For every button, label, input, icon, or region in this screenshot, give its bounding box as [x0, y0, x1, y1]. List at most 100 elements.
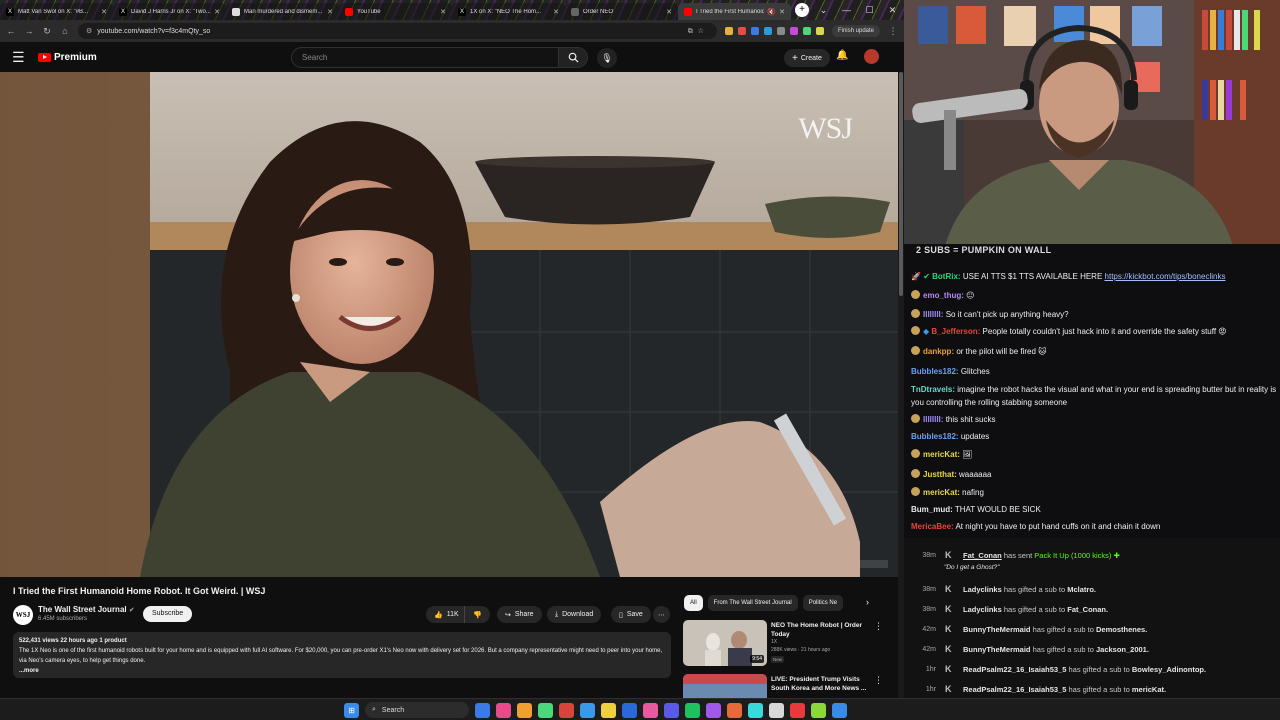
taskbar-app-icon[interactable] — [601, 702, 616, 718]
browser-tab[interactable]: X David J Harris Jr on X: "Two... ✕ — [113, 3, 226, 20]
taskbar-app-icon[interactable] — [622, 702, 637, 718]
description-box[interactable]: 522,431 views 22 hours ago 1 product The… — [13, 632, 671, 678]
mute-tab-icon[interactable]: 🔇 — [767, 8, 776, 16]
taskbar-app-icon[interactable] — [811, 702, 826, 718]
close-tab-icon[interactable]: ✕ — [553, 8, 559, 16]
extension-icon[interactable] — [815, 27, 824, 35]
video-player[interactable]: WSJ — [0, 72, 898, 577]
account-avatar[interactable] — [864, 49, 879, 64]
rocket-icon: 🚀 — [911, 272, 921, 281]
tip-link[interactable]: https://kickbot.com/tips/boneclinks — [1105, 272, 1226, 281]
webcam-feed — [904, 0, 1280, 250]
chat-message: Bubbles182: updates — [911, 432, 990, 441]
browser-tab[interactable]: YouTube ✕ — [339, 3, 452, 20]
taskbar-app-icon[interactable] — [643, 702, 658, 718]
chip-politics[interactable]: Politics Ne — [802, 595, 844, 611]
hamburger-menu-icon[interactable]: ☰ — [12, 49, 28, 66]
taskbar-app-icon[interactable] — [475, 702, 490, 718]
extension-icon[interactable] — [776, 27, 785, 35]
extension-icon[interactable] — [763, 27, 772, 35]
extension-icon[interactable] — [750, 27, 759, 35]
browser-tab[interactable]: X Matt Van Swol on X: "#B... ✕ — [0, 3, 113, 20]
close-tab-icon[interactable]: ✕ — [101, 8, 107, 16]
chip-from-wsj[interactable]: From The Wall Street Journal — [707, 595, 798, 611]
finish-update-button[interactable]: Finish update — [831, 25, 880, 37]
taskbar-app-icon[interactable] — [748, 702, 763, 718]
taskbar-app-icon[interactable] — [496, 702, 511, 718]
download-button[interactable]: ⤓ Download — [547, 606, 602, 623]
close-tab-icon[interactable]: ✕ — [440, 8, 446, 16]
kick-logo-icon: K — [945, 550, 952, 560]
browser-menu-icon[interactable]: ⋮ — [888, 26, 898, 37]
taskbar-search[interactable]: ⌕ Search — [365, 702, 469, 718]
close-window-icon[interactable]: ✕ — [881, 0, 904, 20]
subscribe-button[interactable]: Subscribe — [143, 606, 193, 622]
close-tab-icon[interactable]: ✕ — [666, 8, 672, 16]
chat-message: MericaBee: At night you have to put hand… — [911, 522, 1161, 531]
taskbar-app-icon[interactable] — [727, 702, 742, 718]
browser-tab[interactable]: X 1X on X: "NEO The Hom... ✕ — [452, 3, 565, 20]
chip-all[interactable]: All — [684, 595, 703, 611]
tab-bar: X Matt Van Swol on X: "#B... ✕ X David J Ha… — [0, 0, 904, 20]
like-button[interactable]: 👍 11K — [426, 606, 465, 623]
new-tab-button[interactable]: + — [795, 3, 809, 17]
create-button[interactable]: + Create — [784, 49, 830, 67]
site-info-icon[interactable]: ⚙ — [86, 27, 92, 35]
taskbar-app-icon[interactable] — [832, 702, 847, 718]
tab-search-icon[interactable]: ⌄ — [812, 0, 835, 20]
address-bar[interactable]: ⚙ youtube.com/watch?v=f3c4mQty_so ⧉☆ — [78, 23, 717, 39]
chevron-right-icon[interactable]: › — [866, 597, 869, 607]
windows-start-icon[interactable]: ⊞ — [344, 702, 359, 718]
show-more-link[interactable]: ...more — [19, 666, 665, 676]
recommended-video[interactable]: LIVE: President Trump Visits South Korea… — [683, 674, 893, 698]
more-vertical-icon[interactable]: ⋮ — [874, 675, 883, 686]
channel-name[interactable]: The Wall Street Journal ✔ — [38, 605, 135, 614]
more-vertical-icon[interactable]: ⋮ — [874, 621, 883, 632]
taskbar-app-icon[interactable] — [580, 702, 595, 718]
video-title: I Tried the First Humanoid Home Robot. I… — [13, 586, 266, 596]
extension-icon[interactable] — [724, 27, 733, 35]
forward-icon[interactable]: → — [24, 26, 34, 36]
close-tab-icon[interactable]: ✕ — [779, 8, 785, 16]
minimize-icon[interactable]: — — [835, 0, 858, 20]
taskbar-app-icon[interactable] — [559, 702, 574, 718]
channel-avatar[interactable]: WSJ — [13, 605, 33, 625]
taskbar-app-icon[interactable] — [769, 702, 784, 718]
dislike-button[interactable]: 👎 — [464, 606, 490, 623]
maximize-icon[interactable]: ☐ — [858, 0, 881, 20]
browser-tab-active[interactable]: I Tried the First Humanoid... 🔇 ✕ — [678, 3, 791, 20]
extension-icon[interactable] — [802, 27, 811, 35]
close-tab-icon[interactable]: ✕ — [327, 8, 333, 16]
taskbar-app-icon[interactable] — [538, 702, 553, 718]
taskbar-app-icon[interactable] — [517, 702, 532, 718]
youtube-favicon-icon — [684, 7, 692, 16]
taskbar-app-icon[interactable] — [706, 702, 721, 718]
browser-tab[interactable]: Order NEO ✕ — [565, 3, 678, 20]
browser-tab[interactable]: Man murdered and dismem... ✕ — [226, 3, 339, 20]
taskbar-app-icon[interactable] — [685, 702, 700, 718]
chat-message: dankpp: or the pilot will be fired 🐱 — [911, 345, 1277, 358]
scrollbar-thumb[interactable] — [899, 72, 903, 296]
window-controls: ⌄ — ☐ ✕ — [812, 0, 904, 20]
recommended-video[interactable]: 9:54 NEO The Home Robot | Order Today 1X… — [683, 620, 893, 668]
youtube-logo[interactable]: Premium — [38, 52, 97, 63]
voice-search-button[interactable]: 🎙 — [597, 48, 617, 68]
bookmark-star-icon[interactable]: ⧉☆ — [688, 27, 709, 36]
reload-icon[interactable]: ↻ — [42, 26, 52, 37]
share-button[interactable]: ↪ Share — [497, 606, 542, 623]
back-icon[interactable]: ← — [6, 26, 16, 36]
description-text: The 1X Neo is one of the first humanoid … — [19, 648, 663, 664]
notifications-bell-icon[interactable]: 🔔 — [836, 50, 848, 61]
extension-icon[interactable] — [789, 27, 798, 35]
taskbar-app-icon[interactable] — [790, 702, 805, 718]
save-button[interactable]: ▯ Save — [611, 606, 651, 623]
search-input[interactable]: Search — [291, 47, 559, 68]
taskbar-app-icon[interactable] — [664, 702, 679, 718]
extension-icon[interactable] — [737, 27, 746, 35]
search-button[interactable] — [558, 47, 588, 68]
wsj-watermark: WSJ — [798, 112, 853, 145]
subscriber-count: 6.45M subscribers — [38, 616, 88, 622]
close-tab-icon[interactable]: ✕ — [214, 8, 220, 16]
home-icon[interactable]: ⌂ — [60, 26, 70, 36]
more-actions-button[interactable]: ⋯ — [653, 606, 670, 623]
